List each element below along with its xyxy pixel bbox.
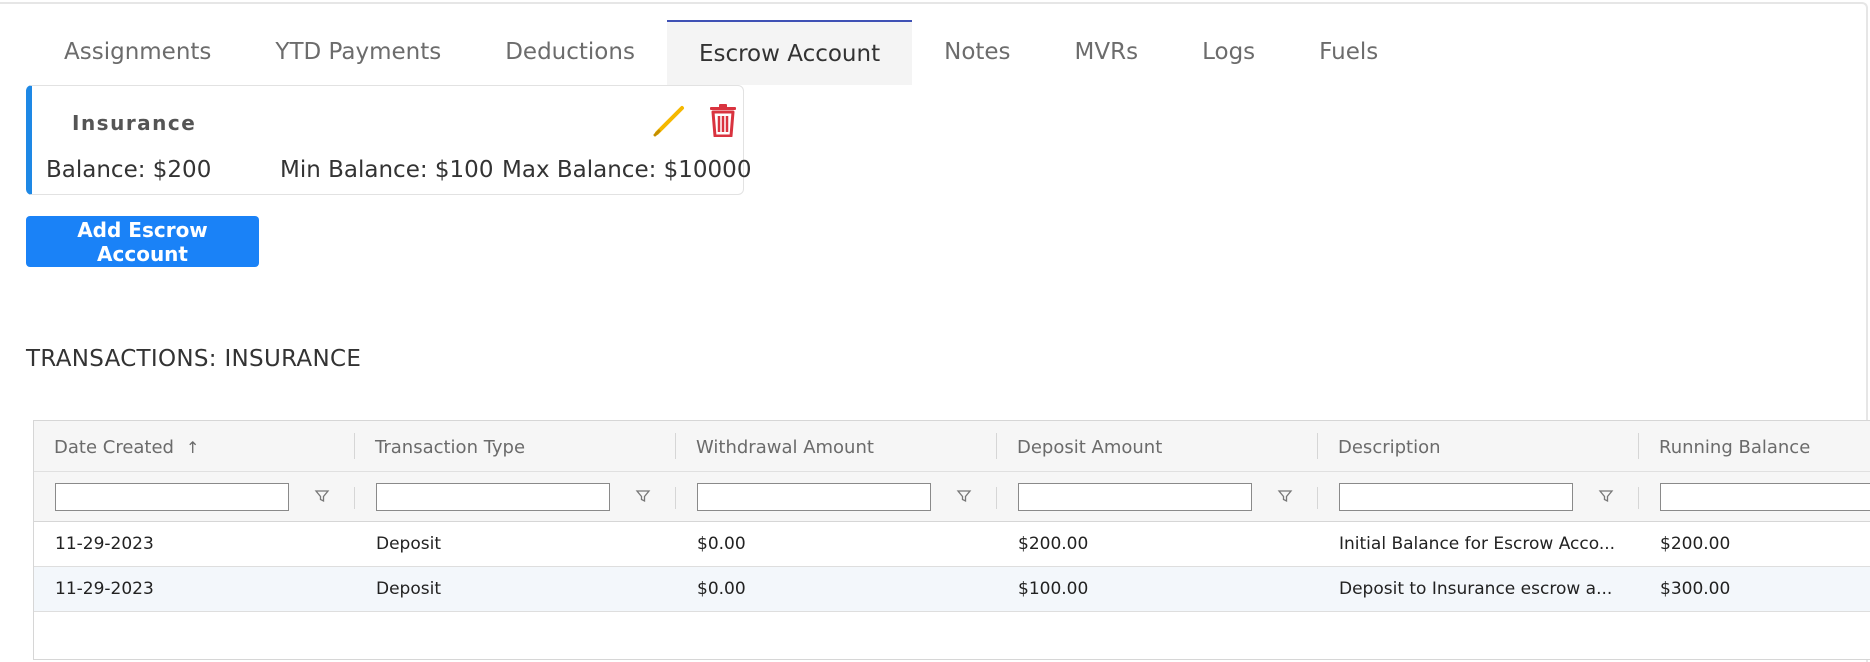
column-header-deposit-amount[interactable]: Deposit Amount [1017,437,1162,458]
filter-input-deposit-amount[interactable] [1018,483,1252,511]
tab-deductions[interactable]: Deductions [473,20,667,84]
column-separator[interactable] [1638,433,1639,459]
edit-escrow-button[interactable] [649,100,689,140]
filter-input-transaction-type[interactable] [376,483,610,511]
delete-escrow-button[interactable] [703,100,743,140]
cell-transaction-type: Deposit [376,534,441,554]
column-separator [1638,487,1639,509]
cell-running-balance: $200.00 [1660,534,1731,554]
column-separator[interactable] [354,433,355,459]
escrow-balance: Balance: $200 [46,157,212,183]
cell-running-balance: $300.00 [1660,579,1731,599]
column-header-running-balance[interactable]: Running Balance [1659,437,1810,458]
filter-icon[interactable] [953,485,975,507]
add-escrow-account-button[interactable]: Add Escrow Account [26,216,259,267]
trash-icon [710,104,736,137]
cell-withdrawal-amount: $0.00 [697,579,746,599]
tab-bar: Assignments YTD Payments Deductions Escr… [32,20,1410,85]
tab-assignments[interactable]: Assignments [32,20,243,84]
tab-ytd-payments[interactable]: YTD Payments [243,20,473,84]
cell-deposit-amount: $100.00 [1018,579,1089,599]
filter-input-running-balance[interactable] [1660,483,1870,511]
escrow-card-title: Insurance [72,111,197,135]
column-separator [996,487,997,509]
cell-withdrawal-amount: $0.00 [697,534,746,554]
filter-input-description[interactable] [1339,483,1573,511]
tab-notes[interactable]: Notes [912,20,1042,84]
column-separator[interactable] [996,433,997,459]
tab-fuels[interactable]: Fuels [1287,20,1410,84]
tab-escrow-account[interactable]: Escrow Account [666,20,913,85]
filter-input-withdrawal-amount[interactable] [697,483,931,511]
filter-row-divider [34,471,1870,472]
sort-ascending-icon: ↑ [185,438,200,457]
transactions-title: TRANSACTIONS: INSURANCE [26,346,362,372]
cell-transaction-type: Deposit [376,579,441,599]
tab-logs[interactable]: Logs [1170,20,1287,84]
column-header-description[interactable]: Description [1338,437,1441,458]
cell-deposit-amount: $200.00 [1018,534,1089,554]
column-header-withdrawal-amount[interactable]: Withdrawal Amount [696,437,874,458]
filter-input-date-created[interactable] [55,483,289,511]
column-separator [1317,487,1318,509]
column-separator[interactable] [675,433,676,459]
filter-icon[interactable] [1595,485,1617,507]
cell-date-created: 11-29-2023 [55,579,154,599]
escrow-min-balance: Min Balance: $100 [280,157,494,183]
table-row[interactable]: 11-29-2023 Deposit $0.00 $200.00 Initial… [34,522,1870,567]
tab-mvrs[interactable]: MVRs [1043,20,1171,84]
column-separator [675,487,676,509]
filter-icon[interactable] [1274,485,1296,507]
filter-icon[interactable] [632,485,654,507]
column-header-date-created[interactable]: Date Created ↑ [54,437,199,458]
column-header-transaction-type[interactable]: Transaction Type [375,437,525,458]
filter-icon[interactable] [311,485,333,507]
transactions-grid: Date Created ↑ Transaction Type Withdraw… [33,420,1870,660]
grid-header: Date Created ↑ Transaction Type Withdraw… [34,421,1870,522]
cell-description: Initial Balance for Escrow Acco... [1339,534,1616,554]
cell-date-created: 11-29-2023 [55,534,154,554]
table-row[interactable]: 11-29-2023 Deposit $0.00 $100.00 Deposit… [34,567,1870,612]
column-header-label: Date Created [54,437,174,458]
column-separator[interactable] [1317,433,1318,459]
column-separator [354,487,355,509]
escrow-account-card: Insurance Balance: $200 Min Balance: $10… [26,85,751,195]
pencil-icon [653,106,684,137]
cell-description: Deposit to Insurance escrow a... [1339,579,1613,599]
escrow-max-balance: Max Balance: $10000 [502,157,752,183]
